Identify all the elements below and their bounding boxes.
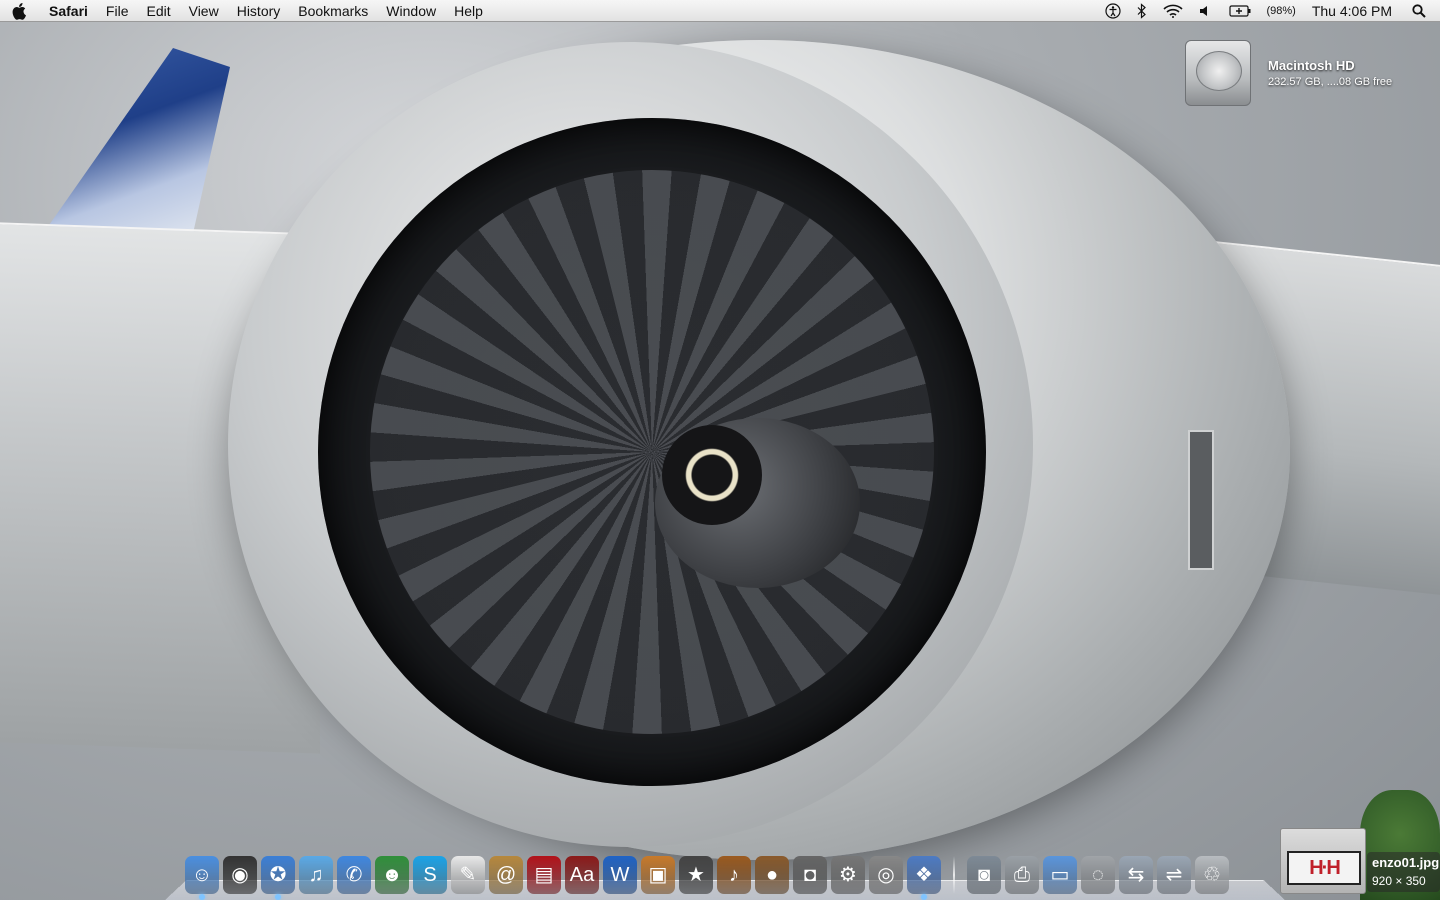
- hard-drive-body: [1185, 40, 1251, 106]
- thumbnail-image: H·H: [1287, 851, 1361, 885]
- macintosh-hd-label[interactable]: Macintosh HD 232.57 GB, ....08 GB free: [1268, 58, 1438, 88]
- camera-folder-icon[interactable]: ◙: [967, 856, 1001, 894]
- printer-icon[interactable]: ⎙: [1005, 856, 1039, 894]
- dock-items: ☺ ◉ ✪ ♫ ✆ ☻ S ✎ @ ▤ Aa W ▣ ★ ♪ ● ◘ ⚙ ◎ ❖ ◙ ⎙ ▭ ◌ ⇆ ⇌ ♲: [185, 856, 1229, 900]
- menu-bookmarks[interactable]: Bookmarks: [289, 0, 377, 22]
- iphoto-glyph: ▣: [648, 864, 668, 886]
- menu-app-name[interactable]: Safari: [40, 0, 97, 22]
- wallpaper-engine-badge: [1188, 430, 1214, 570]
- disk-utility-icon[interactable]: ◌: [1081, 856, 1115, 894]
- safari-icon[interactable]: ✪: [261, 856, 295, 900]
- battery-percent[interactable]: (98%): [1259, 0, 1304, 22]
- menu-edit[interactable]: Edit: [137, 0, 179, 22]
- word-glyph: W: [610, 864, 630, 886]
- word-icon[interactable]: W: [603, 856, 637, 894]
- spotlight-icon[interactable]: [1404, 3, 1440, 18]
- accessibility-icon[interactable]: [1097, 2, 1129, 19]
- drag-label: enzo01.jpg 920 × 350: [1367, 852, 1440, 892]
- finder-icon[interactable]: ☺: [185, 856, 219, 900]
- disk-utility-glyph: ◌: [1092, 864, 1104, 886]
- messenger-glyph: ☻: [381, 864, 403, 886]
- bluetooth-icon[interactable]: [1129, 2, 1155, 19]
- safari-glyph: ✪: [269, 864, 287, 886]
- dock: ☺ ◉ ✪ ♫ ✆ ☻ S ✎ @ ▤ Aa W ▣ ★ ♪ ● ◘ ⚙ ◎ ❖ ◙ ⎙ ▭ ◌ ⇆ ⇌ ♲: [165, 846, 1285, 900]
- desktop-wallpaper: [0, 0, 1440, 900]
- wallpaper-spinner-cone: [662, 425, 762, 525]
- menu-view[interactable]: View: [180, 0, 228, 22]
- menu-bar: Safari File Edit View History Bookmarks …: [0, 0, 1440, 22]
- photo-booth-glyph: ▤: [534, 864, 554, 886]
- folder-glyph: ▭: [1050, 864, 1070, 886]
- network-drive-icon[interactable]: ⇌: [1157, 856, 1191, 894]
- dashboard-glyph: ◉: [231, 864, 249, 886]
- image-capture-glyph: ◘: [803, 864, 817, 886]
- wifi-icon[interactable]: [1155, 4, 1191, 18]
- imovie-icon[interactable]: ★: [679, 856, 713, 894]
- drive-name: Macintosh HD: [1268, 58, 1355, 73]
- wallpaper-fan-blades: [370, 170, 934, 734]
- coconut-icon[interactable]: ●: [755, 856, 789, 894]
- system-preferences-icon[interactable]: ⚙: [831, 856, 865, 894]
- textedit-glyph: ✎: [459, 864, 477, 886]
- drive-info: 232.57 GB, ....08 GB free: [1268, 76, 1393, 88]
- itunes-glyph: ♫: [308, 864, 324, 886]
- preview-icon[interactable]: ❖: [907, 856, 941, 900]
- drag-thumbnail[interactable]: H·H: [1280, 828, 1366, 894]
- dictionary-glyph: Aa: [569, 864, 595, 886]
- menu-clock[interactable]: Thu 4:06 PM: [1304, 0, 1404, 22]
- hard-drive-platter: [1196, 51, 1242, 91]
- network-icon[interactable]: ⇆: [1119, 856, 1153, 894]
- camera-folder-glyph: ◙: [977, 864, 991, 886]
- drag-filename: enzo01.jpg: [1372, 855, 1440, 870]
- menu-help[interactable]: Help: [445, 0, 492, 22]
- volume-icon[interactable]: [1191, 4, 1221, 18]
- textedit-icon[interactable]: ✎: [451, 856, 485, 894]
- dictionary-icon[interactable]: Aa: [565, 856, 599, 894]
- preview-glyph: ❖: [915, 864, 933, 886]
- menu-history[interactable]: History: [228, 0, 290, 22]
- dashboard-icon[interactable]: ◉: [223, 856, 257, 894]
- ichat-icon[interactable]: ✆: [337, 856, 371, 894]
- skype-icon[interactable]: S: [413, 856, 447, 894]
- apple-icon[interactable]: [0, 0, 40, 22]
- garageband-glyph: ♪: [729, 864, 739, 886]
- macintosh-hd-icon[interactable]: [1183, 36, 1255, 110]
- trash-icon[interactable]: ♲: [1195, 856, 1229, 894]
- drag-dimensions: 920 × 350: [1372, 874, 1426, 888]
- ichat-glyph: ✆: [345, 864, 363, 886]
- finder-glyph: ☺: [191, 864, 213, 886]
- image-capture-icon[interactable]: ◘: [793, 856, 827, 894]
- itunes-icon[interactable]: ♫: [299, 856, 333, 894]
- battery-icon[interactable]: [1221, 4, 1259, 17]
- wallpaper-tail: [40, 48, 230, 238]
- address-book-icon[interactable]: @: [489, 856, 523, 894]
- dock-separator: [953, 856, 955, 894]
- photo-booth-icon[interactable]: ▤: [527, 856, 561, 894]
- network-glyph: ⇆: [1127, 864, 1145, 886]
- system-preferences-glyph: ⚙: [839, 864, 857, 886]
- dvd-player-glyph: ◎: [877, 864, 895, 886]
- trash-glyph: ♲: [1203, 864, 1221, 886]
- skype-glyph: S: [423, 864, 437, 886]
- printer-glyph: ⎙: [1014, 864, 1030, 886]
- messenger-icon[interactable]: ☻: [375, 856, 409, 894]
- coconut-glyph: ●: [765, 864, 779, 886]
- garageband-icon[interactable]: ♪: [717, 856, 751, 894]
- address-book-glyph: @: [495, 864, 517, 886]
- dvd-player-icon[interactable]: ◎: [869, 856, 903, 894]
- folder-icon[interactable]: ▭: [1043, 856, 1077, 894]
- imovie-glyph: ★: [687, 864, 705, 886]
- network-drive-glyph: ⇌: [1165, 864, 1183, 886]
- menu-window[interactable]: Window: [377, 0, 445, 22]
- menu-file[interactable]: File: [97, 0, 138, 22]
- iphoto-icon[interactable]: ▣: [641, 856, 675, 894]
